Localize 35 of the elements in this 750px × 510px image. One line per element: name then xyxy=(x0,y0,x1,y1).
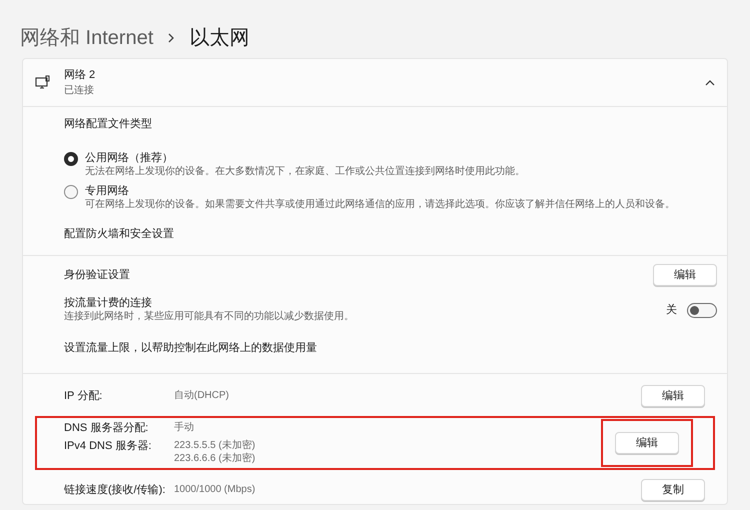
edit-button[interactable]: 编辑 xyxy=(615,432,679,454)
property-value: 1000/1000 (Mbps) xyxy=(174,483,256,496)
setting-description: 连接到此网络时，某些应用可能具有不同的功能以减少数据使用。 xyxy=(64,310,354,324)
breadcrumb-item: 以太网 xyxy=(189,26,250,51)
radio-button[interactable] xyxy=(64,185,78,199)
setting-label: 按流量计费的连接 xyxy=(64,296,153,310)
setting-label: 身份验证设置 xyxy=(64,268,130,282)
property-label: IP 分配: xyxy=(64,389,104,403)
chevron-right-icon xyxy=(167,33,176,43)
section-title: 网络配置文件类型 xyxy=(64,117,153,131)
property-value: 223.6.6.6 (未加密) xyxy=(174,452,256,465)
property-value: 手动 xyxy=(174,421,194,434)
property-label: IPv4 DNS 服务器: xyxy=(64,439,152,454)
property-label: 链接速度(接收/传输): xyxy=(64,483,166,497)
radio-description: 可在网络上发现你的设备。如果需要文件共享或使用通过此网络通信的应用，请选择此选项。你应该了解并信任网络上的人员和设备。 xyxy=(85,198,675,212)
adapter-status: 已连接 xyxy=(64,84,95,98)
radio-label: 专用网络 xyxy=(85,184,130,198)
toggle-state-label: 关 xyxy=(666,303,677,317)
adapter-name: 网络 2 xyxy=(64,68,96,83)
radio-button[interactable] xyxy=(64,152,78,166)
edit-button[interactable]: 复制 xyxy=(641,479,705,501)
radio-description: 无法在网络上发现你的设备。在大多数情况下，在家庭、工作或公共位置连接到网络时使用此功能。 xyxy=(85,165,525,179)
adapter-header[interactable]: 网络 2 已连接 xyxy=(23,59,727,107)
toggle-switch[interactable] xyxy=(687,302,717,318)
firewall-link[interactable]: 配置防火墙和安全设置 xyxy=(64,228,174,240)
edit-button[interactable]: 编辑 xyxy=(641,385,705,407)
radio-label: 公用网络（推荐） xyxy=(85,151,174,165)
edit-button[interactable]: 编辑 xyxy=(653,264,717,286)
property-label: DNS 服务器分配: xyxy=(64,421,150,435)
data-limit-link[interactable]: 设置流量上限，以帮助控制在此网络上的数据使用量 xyxy=(64,342,317,354)
chevron-up-icon[interactable] xyxy=(705,80,715,86)
monitor-icon xyxy=(35,74,51,90)
property-value: 自动(DHCP) xyxy=(174,389,229,402)
property-value: 223.5.5.5 (未加密) xyxy=(174,439,256,452)
breadcrumb-item[interactable]: 网络和 Internet xyxy=(20,23,154,53)
